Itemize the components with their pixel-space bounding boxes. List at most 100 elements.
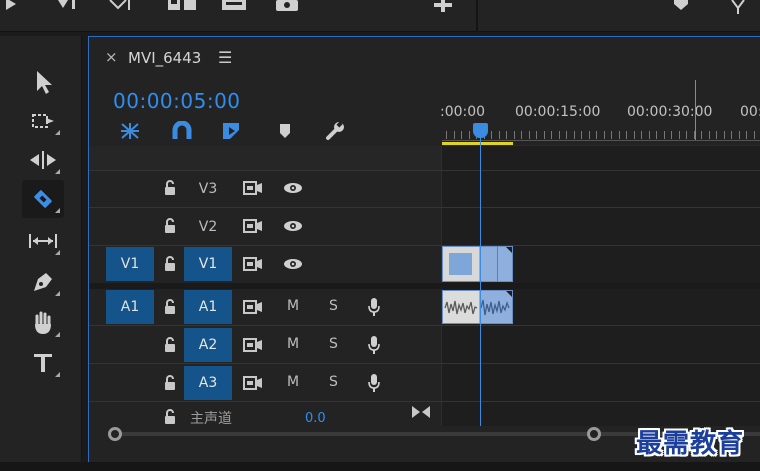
lock-icon[interactable]: [160, 335, 180, 355]
track-target-a1[interactable]: A1: [184, 290, 232, 324]
track-select-tool[interactable]: [22, 102, 64, 140]
track-divider: [89, 170, 760, 171]
eye-icon[interactable]: [282, 178, 304, 198]
pen-tool[interactable]: [22, 263, 64, 301]
solo-button[interactable]: S: [329, 298, 338, 314]
sync-lock-icon[interactable]: [242, 374, 264, 392]
sync-lock-icon[interactable]: [242, 179, 264, 197]
video-audio-separator: [89, 283, 760, 289]
microphone-icon[interactable]: [364, 334, 384, 356]
nest-toggle[interactable]: [118, 120, 142, 142]
ruler-tick: [536, 131, 537, 139]
lock-icon[interactable]: [160, 254, 180, 274]
sync-lock-icon[interactable]: [242, 298, 264, 316]
solo-button[interactable]: S: [329, 336, 338, 352]
slip-tool[interactable]: [22, 222, 64, 260]
playhead-handle[interactable]: [473, 123, 488, 138]
timeline-settings-button[interactable]: [322, 120, 348, 142]
step-forward-icon[interactable]: [56, 0, 80, 16]
selection-tool[interactable]: [22, 63, 64, 101]
ruler-tick: [679, 131, 680, 139]
play-icon[interactable]: [4, 0, 22, 16]
linked-selection-toggle[interactable]: [220, 120, 244, 142]
watermark: 最需教育: [636, 429, 745, 459]
source-patch-v1[interactable]: V1: [106, 247, 154, 281]
video-clip[interactable]: [442, 246, 513, 282]
lock-icon[interactable]: [160, 408, 180, 426]
thumbnail-image: [449, 253, 472, 275]
sync-lock-icon[interactable]: [242, 336, 264, 354]
playhead-timecode[interactable]: 00:00:05:00: [113, 89, 241, 113]
ruler-tick: [724, 131, 725, 139]
eye-icon[interactable]: [282, 216, 304, 236]
magnet-icon: [172, 121, 192, 139]
ruler-tick: [604, 131, 605, 139]
camera-icon[interactable]: [274, 0, 300, 16]
marker-icon[interactable]: [670, 0, 692, 16]
audio-waveform: [444, 299, 510, 316]
audio-clip[interactable]: [442, 290, 513, 324]
add-button-icon[interactable]: [432, 0, 454, 16]
ruler-tick: [596, 131, 597, 139]
go-to-edit-point-icon[interactable]: [410, 404, 432, 420]
sync-lock-icon[interactable]: [242, 255, 264, 273]
hand-icon: [35, 311, 51, 334]
playhead-line[interactable]: [480, 124, 481, 426]
track-target-v3[interactable]: V3: [184, 172, 232, 206]
ruler-tick: [491, 131, 492, 139]
zoom-scrollbar-left-handle[interactable]: [108, 427, 122, 441]
snap-toggle[interactable]: [170, 120, 194, 142]
ruler-tick: [514, 131, 515, 139]
clip-thumbnail: [443, 247, 479, 281]
track-select-icon: [32, 114, 54, 128]
panel-menu-icon[interactable]: ☰: [218, 48, 232, 67]
linked-selection-icon: [223, 123, 239, 139]
insert-icon[interactable]: [108, 0, 132, 16]
ruler-tick: [671, 131, 672, 139]
sequence-tab-title[interactable]: MVI_6443: [128, 49, 201, 67]
ruler-tick: [446, 131, 447, 139]
razor-tool[interactable]: [22, 180, 64, 218]
track-target-a2[interactable]: A2: [184, 328, 232, 362]
mute-button[interactable]: M: [287, 336, 299, 352]
ripple-edit-tool[interactable]: [22, 141, 64, 179]
ruler-tick: [686, 131, 687, 139]
lock-icon[interactable]: [160, 216, 180, 236]
ruler-tick: [709, 131, 710, 139]
time-ruler[interactable]: [442, 140, 760, 141]
track-target-a3[interactable]: A3: [184, 366, 232, 400]
ruler-tick: [611, 131, 612, 139]
sync-lock-icon[interactable]: [242, 217, 264, 235]
ruler-tick: [626, 131, 627, 139]
add-marker-button[interactable]: [274, 120, 296, 142]
track-target-v1[interactable]: V1: [184, 247, 232, 281]
slip-icon: [29, 234, 57, 248]
ruler-label: :00:00: [440, 104, 486, 120]
hand-tool[interactable]: [22, 304, 64, 342]
ruler-tick: [469, 131, 470, 139]
ruler-tick: [544, 131, 545, 139]
type-tool[interactable]: [22, 344, 64, 382]
zoom-scrollbar-right-handle[interactable]: [587, 427, 601, 441]
mute-button[interactable]: M: [287, 374, 299, 390]
source-patch-a1[interactable]: A1: [106, 290, 154, 324]
lock-icon[interactable]: [160, 297, 180, 317]
master-volume-value[interactable]: 0.0: [305, 411, 326, 426]
ruler-tick: [754, 131, 755, 139]
microphone-icon[interactable]: [364, 372, 384, 394]
overwrite-icon[interactable]: [168, 0, 196, 16]
marker-icon: [280, 124, 290, 138]
eye-icon[interactable]: [282, 254, 304, 274]
track-target-v2[interactable]: V2: [184, 210, 232, 244]
lock-icon[interactable]: [160, 178, 180, 198]
close-tab-icon[interactable]: ×: [105, 48, 118, 66]
microphone-icon[interactable]: [364, 296, 384, 318]
lock-icon[interactable]: [160, 373, 180, 393]
split-icon[interactable]: [728, 0, 748, 16]
mute-button[interactable]: M: [287, 298, 299, 314]
ruler-tick: [716, 131, 717, 139]
solo-button[interactable]: S: [329, 374, 338, 390]
header-spacer: [89, 146, 441, 170]
ruler-tick: [506, 131, 507, 139]
export-frame-icon[interactable]: [220, 0, 248, 16]
